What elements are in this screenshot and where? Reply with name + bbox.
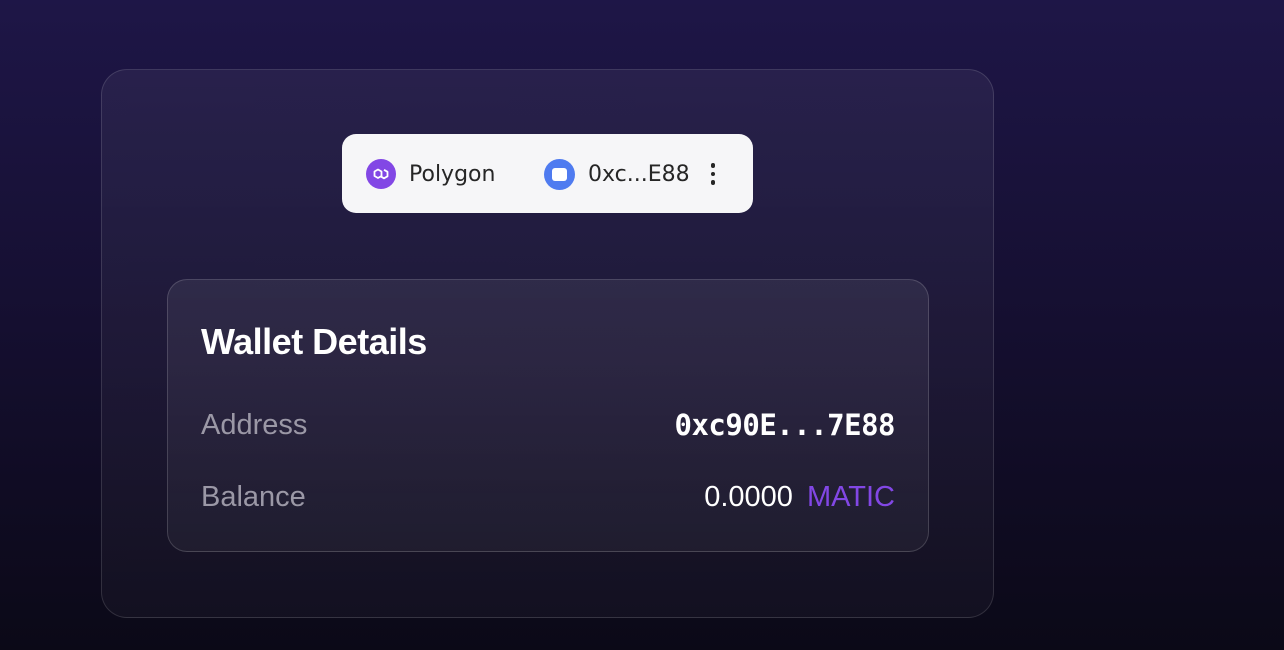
polygon-icon (366, 159, 396, 189)
connect-button-bar: Polygon 0xc...E88 (342, 134, 753, 213)
balance-label: Balance (201, 481, 306, 513)
address-value: 0xc90E...7E88 (674, 408, 896, 442)
balance-amount: 0.0000 (704, 481, 793, 513)
address-label: Address (201, 409, 308, 441)
wallet-details-card: Wallet Details Address 0xc90E...7E88 Bal… (167, 279, 929, 552)
account-selector[interactable]: 0xc...E88 (544, 158, 690, 190)
balance-value: 0.0000 MATIC (704, 480, 895, 519)
network-name: Polygon (409, 161, 496, 187)
balance-symbol: MATIC (806, 481, 895, 513)
network-selector[interactable]: Polygon (366, 159, 495, 189)
account-address-short: 0xc...E88 (588, 161, 690, 187)
more-vertical-icon[interactable] (701, 159, 725, 189)
wallet-icon (544, 158, 575, 190)
wallet-details-title: Wallet Details (201, 321, 427, 362)
